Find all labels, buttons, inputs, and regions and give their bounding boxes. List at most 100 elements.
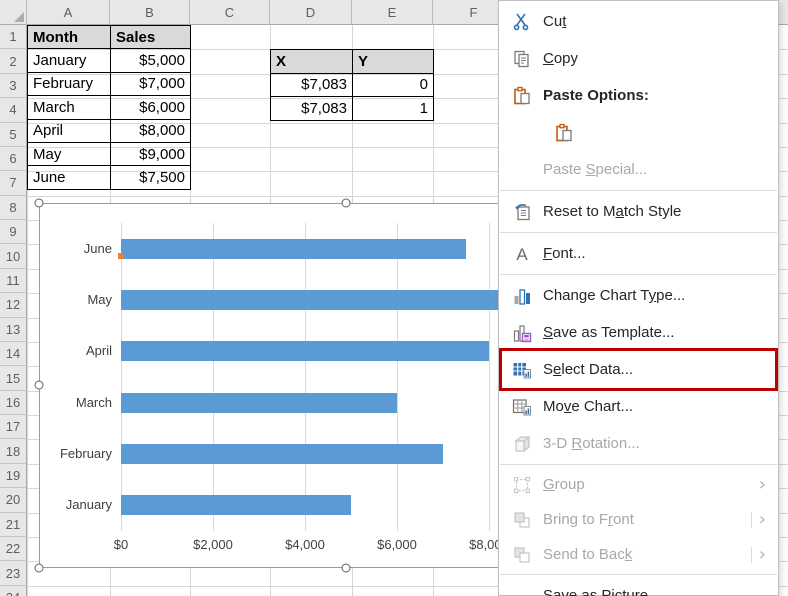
month-sales-table-cell[interactable]: $6,000 [111, 96, 191, 119]
chart-bar-february[interactable] [121, 444, 443, 464]
chart-resize-handle[interactable] [342, 564, 351, 573]
month-sales-table-cell[interactable]: June [28, 166, 111, 189]
row-header-7[interactable]: 7 [0, 171, 27, 195]
row-header-16[interactable]: 16 [0, 391, 27, 415]
row-header-2[interactable]: 2 [0, 49, 27, 73]
paste-option-button[interactable] [551, 120, 577, 146]
chart-resize-handle[interactable] [35, 564, 44, 573]
row-header-3[interactable]: 3 [0, 74, 27, 98]
column-header-A[interactable]: A [27, 0, 110, 25]
row-header-24[interactable]: 24 [0, 586, 27, 596]
xy-table-cell[interactable]: $7,083 [271, 97, 353, 120]
chart-bar-april[interactable] [121, 341, 489, 361]
month-sales-table-header-month[interactable]: Month [28, 26, 111, 49]
month-sales-table-cell[interactable]: $7,000 [111, 72, 191, 95]
xy-table-cell[interactable]: 0 [353, 73, 434, 96]
xy-table-cell[interactable]: $7,083 [271, 73, 353, 96]
row-header-15[interactable]: 15 [0, 366, 27, 390]
menu-item-change-chart-type[interactable]: Change Chart Type... [499, 277, 778, 314]
chart-resize-handle[interactable] [35, 199, 44, 208]
submenu-indicator: › [759, 474, 766, 495]
row-header-8[interactable]: 8 [0, 196, 27, 220]
row-header-18[interactable]: 18 [0, 439, 27, 463]
menu-item-reset-style[interactable]: Reset to Match Style [499, 193, 778, 230]
row-header-6[interactable]: 6 [0, 147, 27, 171]
scissors-icon [511, 11, 533, 33]
month-sales-table-cell[interactable]: $7,500 [111, 166, 191, 189]
menu-item-cut[interactable]: Cut [499, 3, 778, 40]
row-header-14[interactable]: 14 [0, 342, 27, 366]
chart-axis-tick-label[interactable]: $4,000 [275, 537, 335, 552]
row-header-1[interactable]: 1 [0, 25, 27, 49]
row-header-4[interactable]: 4 [0, 98, 27, 122]
chart-category-label[interactable]: January [42, 497, 112, 512]
row-header-12[interactable]: 12 [0, 293, 27, 317]
menu-item-paste-options[interactable]: Paste Options: [499, 77, 778, 114]
row-header-19[interactable]: 19 [0, 464, 27, 488]
month-sales-table-cell[interactable]: $9,000 [111, 142, 191, 165]
row-header-5[interactable]: 5 [0, 123, 27, 147]
month-sales-table-header-sales[interactable]: Sales [111, 26, 191, 49]
clipboard-icon [554, 123, 574, 143]
select-all-corner[interactable] [0, 0, 27, 25]
chart-category-label[interactable]: June [42, 241, 112, 256]
month-sales-table-cell[interactable]: $8,000 [111, 119, 191, 142]
menu-item-copy[interactable]: Copy [499, 40, 778, 77]
row-header-10[interactable]: 10 [0, 244, 27, 268]
excel-window: ABCDEF1234567891011121314151617181920212… [0, 0, 788, 596]
xy-table-header-x[interactable]: X [271, 50, 353, 73]
menu-separator [500, 232, 777, 233]
row-header-9[interactable]: 9 [0, 220, 27, 244]
chart-resize-handle[interactable] [342, 199, 351, 208]
row-header-11[interactable]: 11 [0, 269, 27, 293]
chart-resize-handle[interactable] [35, 381, 44, 390]
menu-item-select-data[interactable]: Select Data... [499, 351, 778, 388]
row-header-13[interactable]: 13 [0, 318, 27, 342]
menu-item-save-template[interactable]: Save as Template... [499, 314, 778, 351]
menu-item-font[interactable]: AFont... [499, 235, 778, 272]
chart-category-label[interactable]: April [42, 343, 112, 358]
column-header-B[interactable]: B [110, 0, 190, 25]
column-header-D[interactable]: D [270, 0, 352, 25]
chart-axis-tick-label[interactable]: $0 [91, 537, 151, 552]
select-data-icon [511, 359, 533, 381]
chart-category-label[interactable]: May [42, 292, 112, 307]
chart-gridline [489, 223, 490, 531]
menu-item-label: Font... [543, 245, 586, 262]
menu-item-3d-rotation: 3-D Rotation... [499, 425, 778, 462]
column-header-E[interactable]: E [352, 0, 433, 25]
cube-icon [511, 433, 533, 455]
menu-item-label: Bring to Front [543, 511, 634, 528]
chart-type-icon [511, 285, 533, 307]
row-header-21[interactable]: 21 [0, 513, 27, 537]
row-header-20[interactable]: 20 [0, 488, 27, 512]
month-sales-table-cell[interactable]: January [28, 49, 111, 72]
chart-axis-tick-label[interactable]: $2,000 [183, 537, 243, 552]
xy-table-header-y[interactable]: Y [353, 50, 434, 73]
chart-bar-may[interactable] [121, 290, 535, 310]
chart-category-label[interactable]: March [42, 395, 112, 410]
copy-icon [511, 48, 533, 70]
menu-item-label: Select Data... [543, 361, 633, 378]
chart-scatter-marker[interactable] [118, 253, 124, 259]
menu-item-move-chart[interactable]: Move Chart... [499, 388, 778, 425]
column-header-C[interactable]: C [190, 0, 270, 25]
menu-item-paste-keep-formatting[interactable] [499, 114, 778, 151]
month-sales-table-cell[interactable]: April [28, 119, 111, 142]
chevron-right-icon: › [759, 474, 766, 495]
chart-category-label[interactable]: February [42, 446, 112, 461]
chart-bar-june[interactable] [121, 239, 466, 259]
month-sales-table-cell[interactable]: May [28, 142, 111, 165]
month-sales-table-cell[interactable]: $5,000 [111, 49, 191, 72]
row-header-22[interactable]: 22 [0, 537, 27, 561]
chart-gridline [121, 223, 122, 531]
chart-axis-tick-label[interactable]: $6,000 [367, 537, 427, 552]
row-header-17[interactable]: 17 [0, 415, 27, 439]
row-header-23[interactable]: 23 [0, 561, 27, 585]
month-sales-table-cell[interactable]: February [28, 72, 111, 95]
menu-item-save-as-picture[interactable]: Save as Picture... [499, 577, 778, 596]
xy-table-cell[interactable]: 1 [353, 97, 434, 120]
chart-bar-january[interactable] [121, 495, 351, 515]
month-sales-table-cell[interactable]: March [28, 96, 111, 119]
chart-bar-march[interactable] [121, 393, 397, 413]
